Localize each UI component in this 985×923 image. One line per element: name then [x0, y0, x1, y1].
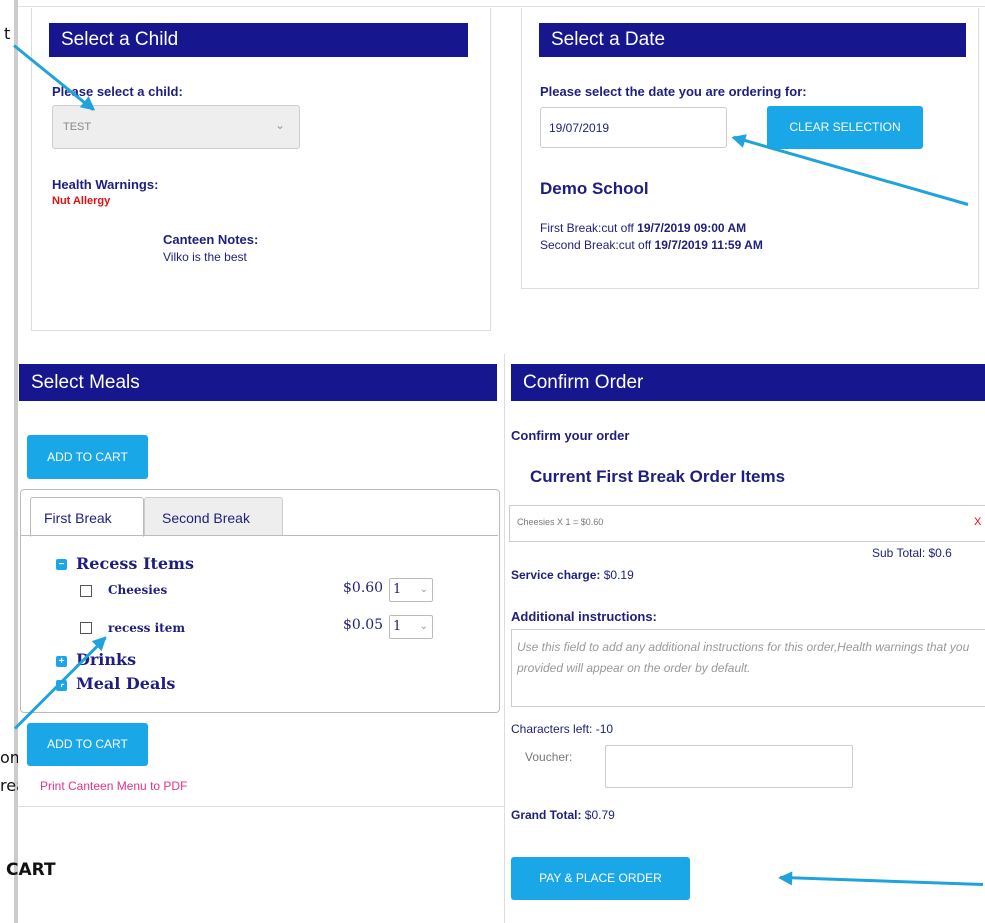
- item-name-recess-item: recess item: [108, 621, 186, 635]
- chevron-down-icon: ⌄: [274, 118, 285, 132]
- category-recess-items[interactable]: Recess Items: [76, 554, 194, 573]
- order-line-item-box: Cheesies X 1 = $0.60 X: [509, 505, 985, 542]
- tab-first-break[interactable]: First Break: [30, 497, 144, 537]
- child-header: Select a Child: [49, 23, 468, 57]
- first-break-cutoff: First Break:cut off 19/7/2019 09:00 AM: [540, 221, 746, 235]
- tab-first-break-label: First Break: [44, 510, 112, 526]
- annotation-fragment-t: t: [4, 24, 11, 43]
- date-input[interactable]: 19/07/2019: [540, 107, 727, 148]
- item-price-recess-item: $0.05: [343, 617, 384, 633]
- school-name: Demo School: [540, 179, 649, 198]
- add-to-cart-button-top[interactable]: ADD TO CART: [27, 435, 148, 479]
- health-warnings-value: Nut Allergy: [52, 195, 111, 207]
- clear-selection-button[interactable]: CLEAR SELECTION: [767, 106, 923, 149]
- tab-second-break[interactable]: Second Break: [144, 497, 283, 536]
- service-charge: Service charge: $0.19: [511, 568, 634, 582]
- first-break-prefix: First Break:cut off: [540, 221, 638, 235]
- top-divider: [18, 6, 985, 7]
- meals-header: Select Meals: [19, 364, 497, 401]
- pay-place-order-button[interactable]: PAY & PLACE ORDER: [511, 857, 690, 900]
- qty-select-cheesies[interactable]: 1 ⌄: [389, 578, 433, 602]
- tab-divider: [21, 535, 498, 536]
- second-break-time: 19/7/2019 11:59 AM: [654, 238, 763, 252]
- qty-select-recess-item[interactable]: 1 ⌄: [389, 615, 433, 639]
- expand-plus-icon[interactable]: +: [56, 656, 67, 667]
- category-meal-deals[interactable]: Meal Deals: [76, 674, 175, 693]
- voucher-input[interactable]: [605, 745, 853, 788]
- child-select-value: TEST: [63, 121, 92, 133]
- health-warnings-label: Health Warnings:: [52, 177, 159, 192]
- canteen-notes-label: Canteen Notes:: [163, 232, 259, 247]
- service-charge-label: Service charge:: [511, 568, 601, 582]
- confirm-order-label: Confirm your order: [511, 428, 630, 443]
- order-panel-divider: [504, 354, 505, 923]
- item-name-cheesies: Cheesies: [108, 583, 168, 597]
- grand-total-value: $0.79: [584, 808, 615, 822]
- order-line-item: Cheesies X 1 = $0.60: [517, 517, 604, 527]
- second-break-cutoff: Second Break:cut off 19/7/2019 11:59 AM: [540, 238, 763, 252]
- grand-total-label: Grand Total:: [511, 808, 582, 822]
- date-prompt: Please select the date you are ordering …: [540, 84, 807, 99]
- canteen-notes-value: Vilko is the best: [163, 250, 247, 264]
- annotation-arrow-pay-button: [780, 875, 984, 886]
- voucher-label: Voucher:: [525, 750, 573, 764]
- date-header: Select a Date: [539, 23, 966, 57]
- chevron-down-icon: ⌄: [419, 584, 428, 595]
- collapse-minus-icon[interactable]: −: [56, 559, 67, 570]
- item-price-cheesies: $0.60: [343, 580, 384, 596]
- chevron-down-icon: ⌄: [419, 621, 428, 632]
- first-break-time: 19/7/2019 09:00 AM: [637, 221, 747, 235]
- instructions-label: Additional instructions:: [511, 609, 657, 624]
- add-to-cart-button-bottom[interactable]: ADD TO CART: [27, 723, 148, 766]
- annotation-fragment-cart: CART: [6, 860, 56, 880]
- current-order-title: Current First Break Order Items: [530, 467, 786, 486]
- characters-left: Characters left: -10: [511, 722, 614, 736]
- instructions-placeholder: Use this field to add any additional ins…: [517, 640, 970, 675]
- item-checkbox-recess-item[interactable]: [80, 622, 92, 634]
- order-subtotal: Sub Total: $0.6: [872, 546, 952, 560]
- item-checkbox-cheesies[interactable]: [80, 585, 92, 597]
- tab-second-break-label: Second Break: [162, 510, 250, 526]
- service-charge-value: $0.19: [603, 568, 634, 582]
- qty-value-recess-item: 1: [393, 619, 402, 634]
- instructions-textarea[interactable]: Use this field to add any additional ins…: [511, 629, 985, 707]
- remove-item-icon[interactable]: X: [974, 516, 981, 528]
- grand-total: Grand Total: $0.79: [511, 808, 615, 822]
- qty-value-cheesies: 1: [393, 582, 402, 597]
- print-menu-pdf-link[interactable]: Print Canteen Menu to PDF: [40, 779, 187, 793]
- order-header: Confirm Order: [511, 364, 985, 401]
- second-break-prefix: Second Break:cut off: [540, 238, 655, 252]
- date-input-value: 19/07/2019: [549, 121, 610, 135]
